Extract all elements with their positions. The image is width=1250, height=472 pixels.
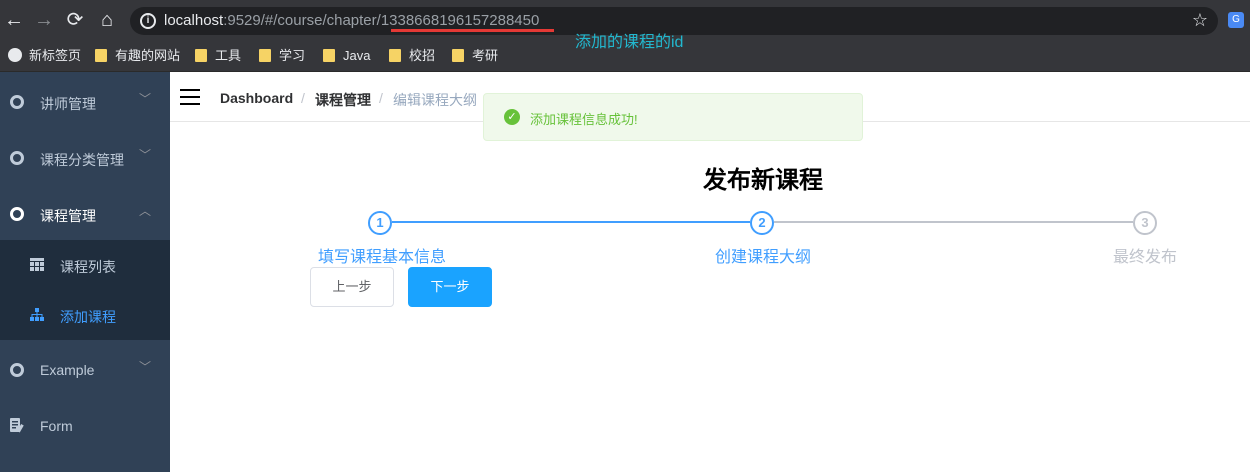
chevron-down-icon: ﹀ [139, 92, 152, 106]
breadcrumb-separator: / [379, 90, 383, 106]
id-underline-annotation [391, 29, 554, 32]
bookmark-folder[interactable]: 工具 [195, 47, 241, 65]
prev-step-button[interactable]: 上一步 [310, 267, 394, 307]
bookmark-folder[interactable]: Java [323, 47, 370, 65]
breadcrumb-current: 编辑课程大纲 [393, 92, 477, 108]
folder-icon [259, 49, 271, 62]
step-2-number: 2 [750, 211, 774, 235]
step-connector-done [392, 221, 750, 223]
chevron-down-icon: ﹀ [139, 360, 152, 374]
bookmark-folder[interactable]: 学习 [259, 47, 305, 65]
step-2-title: 创建课程大纲 [715, 249, 812, 266]
sidebar-item-form[interactable]: Form [0, 398, 170, 454]
forward-icon[interactable]: → [32, 8, 56, 32]
sidebar: 讲师管理 ﹀ 课程分类管理 ﹀ 课程管理 ︿ 课程列表 添加课程 Example… [0, 72, 170, 472]
chevron-down-icon: ﹀ [139, 148, 152, 162]
gear-icon [10, 151, 24, 165]
toast-message: 添加课程信息成功! [530, 112, 638, 127]
step-3-number: 3 [1133, 211, 1157, 235]
check-circle-icon: ✓ [504, 109, 520, 125]
sidebar-item-subject[interactable]: 课程分类管理 ﹀ [0, 130, 170, 186]
tree-icon [30, 308, 44, 321]
translate-extension-icon[interactable]: G [1228, 12, 1244, 28]
star-icon[interactable]: ☆ [1192, 10, 1208, 31]
breadcrumb-course-manage[interactable]: 课程管理 [315, 90, 371, 110]
step-1-number: 1 [368, 211, 392, 235]
folder-icon [323, 49, 335, 62]
id-annotation-label: 添加的课程的id [575, 34, 684, 51]
url-text[interactable]: localhost:9529/#/course/chapter/13386681… [164, 12, 539, 29]
back-icon[interactable]: ← [2, 8, 26, 32]
url-course-id: 1338668196157288450 [380, 12, 540, 29]
course-submenu: 课程列表 添加课程 [0, 240, 170, 340]
globe-icon [8, 48, 22, 62]
step-3-title: 最终发布 [1113, 249, 1178, 266]
folder-icon [389, 49, 401, 62]
sidebar-item-teacher[interactable]: 讲师管理 ﹀ [0, 74, 170, 130]
bookmark-folder[interactable]: 有趣的网站 [95, 47, 180, 65]
folder-icon [452, 49, 464, 62]
gear-icon [10, 207, 24, 221]
bookmark-folder[interactable]: 考研 [452, 47, 498, 65]
sidebar-subitem-course-list[interactable]: 课程列表 [0, 240, 170, 290]
breadcrumb-dashboard[interactable]: Dashboard [220, 90, 293, 106]
bookmark-folder[interactable]: 校招 [389, 47, 435, 65]
gear-icon [10, 95, 24, 109]
folder-icon [95, 49, 107, 62]
sidebar-item-course[interactable]: 课程管理 ︿ [0, 186, 170, 242]
success-toast: ✓ 添加课程信息成功! [483, 93, 863, 141]
bookmark-new-tab[interactable]: 新标签页 [8, 47, 81, 65]
table-icon [30, 258, 44, 271]
breadcrumb-separator: / [301, 90, 305, 106]
info-icon[interactable]: i [140, 13, 156, 29]
sidebar-subitem-add-course[interactable]: 添加课程 [0, 290, 170, 340]
sidebar-item-example[interactable]: Example ﹀ [0, 342, 170, 398]
folder-icon [195, 49, 207, 62]
reload-icon[interactable]: ⟳ [63, 8, 87, 32]
chevron-up-icon: ︿ [139, 204, 152, 218]
next-step-button[interactable]: 下一步 [408, 267, 492, 307]
home-icon[interactable]: ⌂ [95, 8, 119, 32]
step-connector-wait [774, 221, 1133, 223]
hamburger-icon[interactable] [180, 89, 200, 105]
gear-icon [10, 363, 24, 377]
step-1-title: 填写课程基本信息 [318, 249, 447, 266]
page-title: 发布新课程 [703, 167, 823, 194]
form-icon [10, 418, 24, 433]
